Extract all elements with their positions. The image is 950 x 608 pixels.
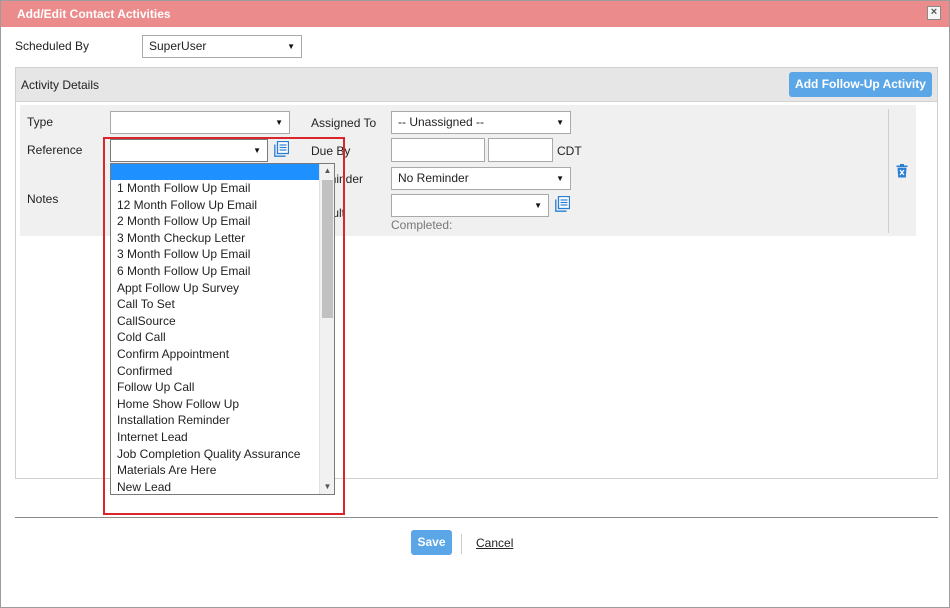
chevron-down-icon: ▼ xyxy=(275,118,283,127)
dialog-title-bar: Add/Edit Contact Activities × xyxy=(1,1,949,27)
reference-option[interactable]: 1 Month Follow Up Email xyxy=(111,180,320,197)
save-button[interactable]: Save xyxy=(411,530,452,555)
due-time-field[interactable] xyxy=(488,138,553,162)
completed-label: Completed: xyxy=(391,218,453,232)
scroll-up-icon[interactable]: ▲ xyxy=(320,164,334,178)
selected-option-highlight xyxy=(111,164,320,180)
chevron-down-icon: ▼ xyxy=(556,118,564,127)
scroll-thumb[interactable] xyxy=(322,180,333,318)
reference-option[interactable]: 12 Month Follow Up Email xyxy=(111,197,320,214)
reference-option[interactable]: Installation Reminder xyxy=(111,412,320,429)
reference-options: 1 Month Follow Up Email 12 Month Follow U… xyxy=(111,180,320,494)
activity-details-heading: Activity Details xyxy=(21,78,100,92)
reference-dropdown-list[interactable]: 1 Month Follow Up Email 12 Month Follow U… xyxy=(110,163,335,495)
add-follow-up-activity-button[interactable]: Add Follow-Up Activity xyxy=(789,72,932,97)
reference-option[interactable]: 3 Month Checkup Letter xyxy=(111,230,320,247)
type-label: Type xyxy=(27,115,54,129)
reference-option[interactable]: Job Completion Quality Assurance xyxy=(111,446,320,463)
document-list-icon[interactable] xyxy=(555,196,570,212)
reminder-value: No Reminder xyxy=(398,171,469,185)
assigned-to-label: Assigned To xyxy=(311,116,377,130)
chevron-down-icon: ▼ xyxy=(534,201,542,210)
reference-option[interactable]: Call To Set xyxy=(111,296,320,313)
reminder-select[interactable]: No Reminder ▼ xyxy=(391,167,571,190)
due-date-field[interactable] xyxy=(391,138,485,162)
cancel-link[interactable]: Cancel xyxy=(476,536,513,550)
timezone-label: CDT xyxy=(557,144,582,158)
notes-label: Notes xyxy=(27,192,59,206)
reference-option[interactable]: Follow Up Call xyxy=(111,379,320,396)
dialog-title: Add/Edit Contact Activities xyxy=(17,7,171,21)
scheduled-by-value: SuperUser xyxy=(149,39,207,53)
dropdown-scrollbar[interactable]: ▲ ▼ xyxy=(319,164,334,494)
footer-separator xyxy=(461,534,462,554)
scheduled-by-label: Scheduled By xyxy=(15,39,90,53)
chevron-down-icon: ▼ xyxy=(287,42,295,51)
reference-option[interactable]: Materials Are Here xyxy=(111,462,320,479)
reference-option[interactable]: 6 Month Follow Up Email xyxy=(111,263,320,280)
reference-option[interactable]: 3 Month Follow Up Email xyxy=(111,246,320,263)
row-divider xyxy=(888,109,889,233)
close-icon[interactable]: × xyxy=(927,6,941,20)
assigned-to-select[interactable]: -- Unassigned -- ▼ xyxy=(391,111,571,134)
reference-option[interactable]: Cold Call xyxy=(111,329,320,346)
trash-icon[interactable] xyxy=(896,164,908,178)
scroll-down-icon[interactable]: ▼ xyxy=(320,480,334,494)
contact-activities-dialog: Add/Edit Contact Activities × Scheduled … xyxy=(0,0,950,608)
reference-option[interactable]: 2 Month Follow Up Email xyxy=(111,213,320,230)
type-select[interactable]: ▼ xyxy=(110,111,290,134)
reference-label: Reference xyxy=(27,143,83,157)
scheduled-by-select[interactable]: SuperUser ▼ xyxy=(142,35,302,58)
result-select[interactable]: ▼ xyxy=(391,194,549,217)
activity-details-header: Activity Details Add Follow-Up Activity xyxy=(16,68,937,102)
reference-option[interactable]: Appt Follow Up Survey xyxy=(111,280,320,297)
reference-option[interactable]: Confirmed xyxy=(111,363,320,380)
footer-divider xyxy=(15,517,938,518)
reference-option[interactable]: CallSource xyxy=(111,313,320,330)
reference-option[interactable]: Confirm Appointment xyxy=(111,346,320,363)
reference-option[interactable]: Home Show Follow Up xyxy=(111,396,320,413)
reference-option[interactable]: New Lead xyxy=(111,479,320,494)
reference-option[interactable]: Internet Lead xyxy=(111,429,320,446)
chevron-down-icon: ▼ xyxy=(556,174,564,183)
assigned-to-value: -- Unassigned -- xyxy=(398,115,485,129)
